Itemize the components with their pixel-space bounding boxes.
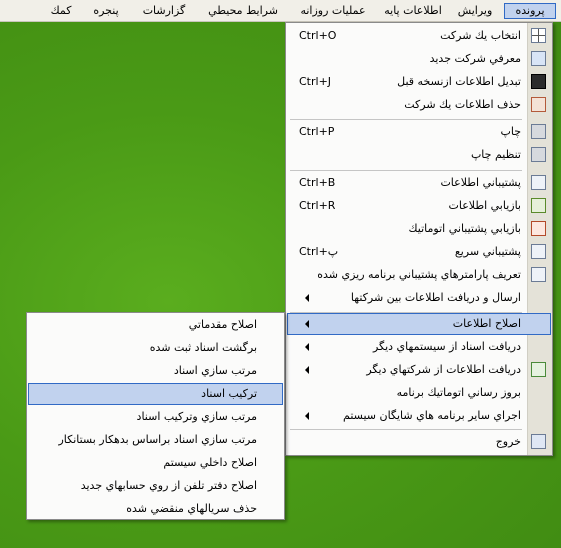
menu-item-scheduled-backup[interactable]: تعريف پارامترهاي پشتيباني برنامه ريزي شد… bbox=[287, 264, 551, 286]
menu-item-print[interactable]: چاپ Ctrl+P bbox=[287, 121, 551, 143]
menu-help[interactable]: كمك bbox=[42, 3, 80, 19]
schedule-icon bbox=[531, 267, 546, 282]
import-icon bbox=[531, 362, 546, 377]
submenu-item-internal-repair[interactable]: اصلاح داخلي سيستم bbox=[28, 452, 283, 474]
auto-restore-icon bbox=[531, 221, 546, 236]
menu-separator bbox=[290, 170, 522, 171]
submenu-arrow-icon bbox=[305, 366, 309, 374]
menu-item-auto-restore[interactable]: بازيابي پشتيباني اتوماتيك bbox=[287, 218, 551, 240]
submenu-item-repair-phonebook[interactable]: اصلاح دفتر تلفن از روي حسابهاي جديد bbox=[28, 475, 283, 497]
menu-item-auto-update[interactable]: بروز رساني اتوماتيك برنامه bbox=[287, 382, 551, 404]
menu-separator bbox=[290, 119, 522, 120]
submenu-arrow-icon bbox=[305, 412, 309, 420]
menu-base-info[interactable]: اطلاعات پايه bbox=[380, 3, 446, 19]
menu-item-exit[interactable]: خروج bbox=[287, 431, 551, 453]
file-menu: انتخاب يك شركت Ctrl+O معرفي شركت جديد تب… bbox=[285, 22, 553, 456]
exit-icon bbox=[531, 434, 546, 449]
delete-company-icon bbox=[531, 97, 546, 112]
menu-item-repair-data[interactable]: اصلاح اطلاعات bbox=[287, 313, 551, 335]
menu-separator bbox=[290, 429, 522, 430]
print-setup-icon bbox=[531, 147, 546, 162]
menu-item-new-company[interactable]: معرفي شركت جديد bbox=[287, 48, 551, 70]
quick-backup-icon bbox=[531, 244, 546, 259]
menu-item-send-receive[interactable]: ارسال و دريافت اطلاعات بين شركتها bbox=[287, 287, 551, 309]
submenu-item-initial-repair[interactable]: اصلاح مقدماتي bbox=[28, 314, 283, 336]
submenu-item-sort-and-merge[interactable]: مرتب سازي وتركيب اسناد bbox=[28, 406, 283, 428]
company-icon bbox=[531, 51, 546, 66]
restore-icon bbox=[531, 198, 546, 213]
menu-environment[interactable]: شرايط محيطي bbox=[200, 3, 286, 19]
menu-window[interactable]: پنجره bbox=[84, 3, 128, 19]
submenu-item-merge-documents[interactable]: تركيب اسناد bbox=[28, 383, 283, 405]
menu-item-import-documents[interactable]: دريافت اسناد از سيستمهاي ديگر bbox=[287, 336, 551, 358]
convert-icon bbox=[531, 74, 546, 89]
menu-item-import-companies[interactable]: دريافت اطلاعات از شركتهاي ديگر bbox=[287, 359, 551, 381]
repair-data-submenu: اصلاح مقدماتي برگشت اسناد ثبت شده مرتب س… bbox=[26, 312, 285, 520]
submenu-item-delete-expired-serials[interactable]: حذف سريالهاي منقضي شده bbox=[28, 498, 283, 520]
menu-item-select-company[interactable]: انتخاب يك شركت Ctrl+O bbox=[287, 25, 551, 47]
menu-daily-operations[interactable]: عمليات روزانه bbox=[290, 3, 376, 19]
menu-item-convert-data[interactable]: تبديل اطلاعات ازنسخه قبل Ctrl+J bbox=[287, 71, 551, 93]
grid-icon bbox=[531, 28, 546, 43]
menu-reports[interactable]: گزارشات bbox=[132, 3, 196, 19]
submenu-arrow-icon bbox=[305, 320, 309, 328]
menu-bar: پرونده ويرايش اطلاعات پايه عمليات روزانه… bbox=[0, 0, 561, 22]
menu-item-delete-company[interactable]: حذف اطلاعات يك شركت bbox=[287, 94, 551, 116]
menu-item-restore[interactable]: بازيابي اطلاعات Ctrl+R bbox=[287, 195, 551, 217]
menu-item-print-setup[interactable]: تنظيم چاپ bbox=[287, 144, 551, 166]
submenu-item-revert-documents[interactable]: برگشت اسناد ثبت شده bbox=[28, 337, 283, 359]
submenu-arrow-icon bbox=[305, 343, 309, 351]
printer-icon bbox=[531, 124, 546, 139]
menu-file[interactable]: پرونده bbox=[504, 3, 556, 19]
submenu-item-sort-documents[interactable]: مرتب سازي اسناد bbox=[28, 360, 283, 382]
menu-item-quick-backup[interactable]: پشتيباني سريع Ctrl+پ bbox=[287, 241, 551, 263]
menu-edit[interactable]: ويرايش bbox=[450, 3, 500, 19]
submenu-item-sort-by-debit-credit[interactable]: مرتب سازي اسناد براساس بدهكار بستانكار bbox=[28, 429, 283, 451]
backup-icon bbox=[531, 175, 546, 190]
menu-item-run-other-programs[interactable]: اجراي ساير برنامه هاي شايگان سيستم bbox=[287, 405, 551, 427]
submenu-arrow-icon bbox=[305, 294, 309, 302]
menu-item-backup[interactable]: پشتيباني اطلاعات Ctrl+B bbox=[287, 172, 551, 194]
